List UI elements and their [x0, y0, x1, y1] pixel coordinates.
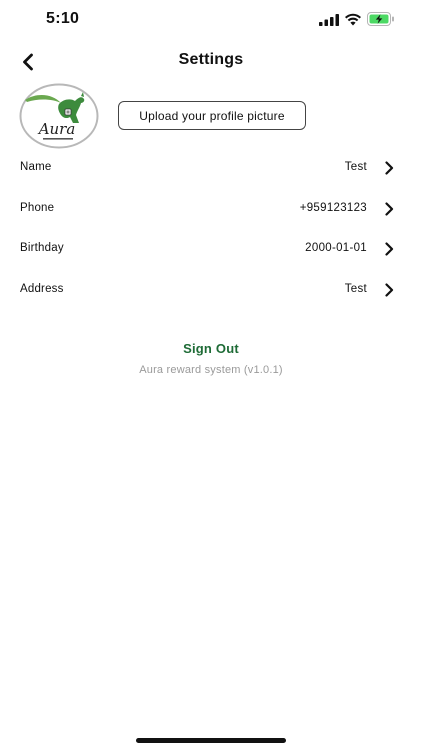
row-label: Phone: [20, 201, 55, 214]
avatar[interactable]: Aura: [19, 83, 99, 149]
wifi-icon: [344, 12, 362, 26]
chevron-right-icon: [385, 242, 394, 256]
settings-row-address[interactable]: Address Test: [0, 270, 422, 311]
row-label: Birthday: [20, 242, 64, 254]
settings-row-birthday[interactable]: Birthday 2000-01-01: [0, 229, 422, 270]
aura-logo-image: Aura: [19, 83, 99, 149]
chevron-right-icon: [385, 161, 394, 175]
sign-out-button[interactable]: Sign Out: [0, 341, 422, 356]
cellular-signal-icon: [319, 13, 339, 26]
row-label: Address: [20, 282, 64, 295]
page-title: Settings: [178, 51, 244, 68]
row-value: Test: [344, 282, 367, 295]
row-value: +959123123: [299, 201, 367, 214]
chevron-right-icon: [385, 201, 394, 216]
settings-row-phone[interactable]: Phone +959123123: [0, 189, 422, 230]
settings-list: Name Test Phone +959123123 Birthday 2000…: [0, 148, 422, 310]
upload-profile-picture-button[interactable]: Upload your profile picture: [118, 101, 306, 130]
row-label: Name: [20, 161, 52, 173]
app-version-text: Aura reward system (v1.0.1): [139, 364, 283, 376]
status-time: 5:10: [46, 10, 80, 27]
status-bar: 5:10: [0, 0, 422, 40]
svg-text:Aura: Aura: [37, 120, 76, 138]
navigation-bar: Settings: [0, 44, 422, 80]
row-value: 2000-01-01: [305, 242, 367, 254]
row-value: Test: [344, 161, 367, 173]
chevron-right-icon: [385, 282, 394, 297]
battery-charging-icon: [367, 12, 395, 26]
home-indicator: [136, 738, 286, 743]
settings-row-name[interactable]: Name Test: [0, 148, 422, 189]
